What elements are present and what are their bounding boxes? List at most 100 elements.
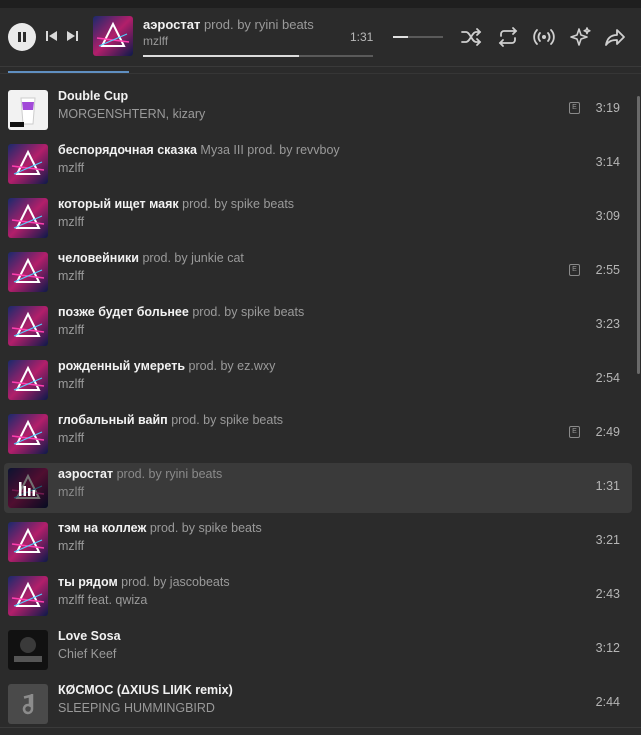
track-duration: 2:44 bbox=[595, 695, 620, 709]
track-artist[interactable]: mzlff feat. qwiza bbox=[58, 593, 147, 607]
track-title[interactable]: позже будет больнее bbox=[58, 305, 189, 319]
track-artist[interactable]: MORGENSHTERN, kizary bbox=[58, 107, 205, 121]
track-duration: 3:23 bbox=[595, 317, 620, 331]
track-title-line: беспорядочная сказка Муза III prod. by r… bbox=[58, 143, 340, 157]
track-title[interactable]: беспорядочная сказка bbox=[58, 143, 197, 157]
broadcast-button[interactable] bbox=[533, 26, 555, 48]
track-title[interactable]: КØСМОС (ΔXIUS LIИK remix) bbox=[58, 683, 233, 697]
track-cover[interactable] bbox=[8, 576, 48, 616]
now-playing-title[interactable]: аэростат prod. by ryini beats bbox=[143, 17, 314, 32]
volume-slider[interactable] bbox=[393, 36, 443, 38]
track-cover[interactable] bbox=[8, 414, 48, 454]
track-duration: 3:21 bbox=[595, 533, 620, 547]
shuffle-button[interactable] bbox=[460, 26, 482, 48]
next-button[interactable] bbox=[65, 29, 79, 43]
track-title[interactable]: аэростат bbox=[58, 467, 113, 481]
track-title-suffix: Муза III prod. by revvboy bbox=[200, 143, 340, 157]
track-title[interactable]: человейники bbox=[58, 251, 139, 265]
track-cover[interactable] bbox=[8, 468, 48, 508]
track-cover[interactable] bbox=[8, 630, 48, 670]
track-row[interactable]: который ищет маяк prod. by spike beats mz… bbox=[4, 193, 632, 243]
track-cover[interactable] bbox=[8, 684, 48, 724]
track-artist[interactable]: Chief Keef bbox=[58, 647, 116, 661]
track-artist[interactable]: mzlff bbox=[58, 161, 84, 175]
track-title-line: человейники prod. by junkie cat bbox=[58, 251, 244, 265]
track-title-line: аэростат prod. by ryini beats bbox=[58, 467, 222, 481]
track-cover[interactable] bbox=[8, 90, 48, 130]
track-duration: 1:31 bbox=[595, 479, 620, 493]
track-duration: 2:54 bbox=[595, 371, 620, 385]
track-title-line: Double Cup bbox=[58, 89, 128, 103]
volume-slider-fill bbox=[393, 36, 408, 38]
track-title-line: рожденный умереть prod. by ez.wxy bbox=[58, 359, 275, 373]
track-title[interactable]: глобальный вайп bbox=[58, 413, 168, 427]
now-playing-time: 1:31 bbox=[350, 30, 374, 44]
track-row[interactable]: КØСМОС (ΔXIUS LIИK remix) SLEEPING HUMMIN… bbox=[4, 679, 632, 729]
track-row[interactable]: беспорядочная сказка Муза III prod. by r… bbox=[4, 139, 632, 189]
track-artist[interactable]: SLEEPING HUMMINGBIRD bbox=[58, 701, 215, 715]
scrollbar[interactable] bbox=[637, 96, 640, 374]
track-row[interactable]: Love Sosa Chief Keef 3:12 bbox=[4, 625, 632, 675]
track-cover[interactable] bbox=[8, 198, 48, 238]
track-title[interactable]: тэм на коллеж bbox=[58, 521, 146, 535]
track-cover[interactable] bbox=[8, 360, 48, 400]
pause-icon bbox=[18, 32, 26, 42]
track-title[interactable]: Love Sosa bbox=[58, 629, 121, 643]
track-duration: 3:19 bbox=[595, 101, 620, 115]
now-playing-title-suffix: prod. by ryini beats bbox=[203, 17, 314, 32]
track-artist[interactable]: mzlff bbox=[58, 485, 84, 499]
sparkle-icon bbox=[570, 27, 591, 46]
track-row[interactable]: позже будет больнее prod. by spike beats… bbox=[4, 301, 632, 351]
track-title-suffix: prod. by jascobeats bbox=[121, 575, 230, 589]
seek-bar-fill bbox=[143, 55, 300, 57]
track-duration: 3:12 bbox=[595, 641, 620, 655]
track-artist[interactable]: mzlff bbox=[58, 431, 84, 445]
track-row[interactable]: рожденный умереть prod. by ez.wxy mzlff 2:… bbox=[4, 355, 632, 405]
track-title-line: позже будет больнее prod. by spike beats bbox=[58, 305, 304, 319]
seek-bar[interactable] bbox=[143, 55, 373, 57]
track-title[interactable]: ты рядом bbox=[58, 575, 118, 589]
track-cover[interactable] bbox=[8, 252, 48, 292]
track-cover[interactable] bbox=[8, 306, 48, 346]
now-playing-artist[interactable]: mzlff bbox=[143, 34, 168, 48]
track-title[interactable]: который ищет маяк bbox=[58, 197, 179, 211]
track-artist[interactable]: mzlff bbox=[58, 539, 84, 553]
now-playing-title-text: аэростат bbox=[143, 17, 201, 32]
share-button[interactable] bbox=[604, 26, 626, 48]
track-row[interactable]: аэростат prod. by ryini beats mzlff 1:31 bbox=[4, 463, 632, 513]
track-title-line: ты рядом prod. by jascobeats bbox=[58, 575, 230, 589]
track-row[interactable]: человейники prod. by junkie cat mzlff E 2:5… bbox=[4, 247, 632, 297]
track-artist[interactable]: mzlff bbox=[58, 215, 84, 229]
now-playing-cover[interactable] bbox=[93, 16, 133, 56]
track-title-suffix: prod. by spike beats bbox=[149, 521, 262, 535]
track-duration: 2:55 bbox=[595, 263, 620, 277]
track-title-line: глобальный вайп prod. by spike beats bbox=[58, 413, 283, 427]
sparkle-button[interactable] bbox=[569, 26, 591, 48]
track-artist[interactable]: mzlff bbox=[58, 377, 84, 391]
track-title[interactable]: Double Cup bbox=[58, 89, 128, 103]
track-title[interactable]: рожденный умереть bbox=[58, 359, 185, 373]
track-title-suffix: prod. by junkie cat bbox=[142, 251, 244, 265]
track-title-line: КØСМОС (ΔXIUS LIИK remix) bbox=[58, 683, 233, 697]
bottom-divider bbox=[0, 727, 641, 728]
window-top-strip bbox=[0, 0, 641, 8]
explicit-badge: E bbox=[569, 426, 580, 438]
track-row[interactable]: Double Cup MORGENSHTERN, kizary E 3:19 bbox=[4, 85, 632, 135]
track-artist[interactable]: mzlff bbox=[58, 269, 84, 283]
track-artist[interactable]: mzlff bbox=[58, 323, 84, 337]
track-duration: 3:14 bbox=[595, 155, 620, 169]
track-row[interactable]: тэм на коллеж prod. by spike beats mzlff 3… bbox=[4, 517, 632, 567]
track-row[interactable]: ты рядом prod. by jascobeats mzlff feat. … bbox=[4, 571, 632, 621]
track-cover[interactable] bbox=[8, 144, 48, 184]
previous-button[interactable] bbox=[45, 29, 59, 43]
track-duration: 2:43 bbox=[595, 587, 620, 601]
player-bar: аэростат prod. by ryini beats mzlff 1:31 bbox=[0, 8, 641, 67]
share-icon bbox=[605, 29, 625, 46]
pause-button[interactable] bbox=[8, 23, 36, 51]
track-cover[interactable] bbox=[8, 522, 48, 562]
track-row[interactable]: глобальный вайп prod. by spike beats mzlf… bbox=[4, 409, 632, 459]
repeat-button[interactable] bbox=[497, 26, 519, 48]
tab-separator bbox=[0, 73, 641, 74]
track-duration: 3:09 bbox=[595, 209, 620, 223]
previous-icon bbox=[46, 31, 57, 41]
